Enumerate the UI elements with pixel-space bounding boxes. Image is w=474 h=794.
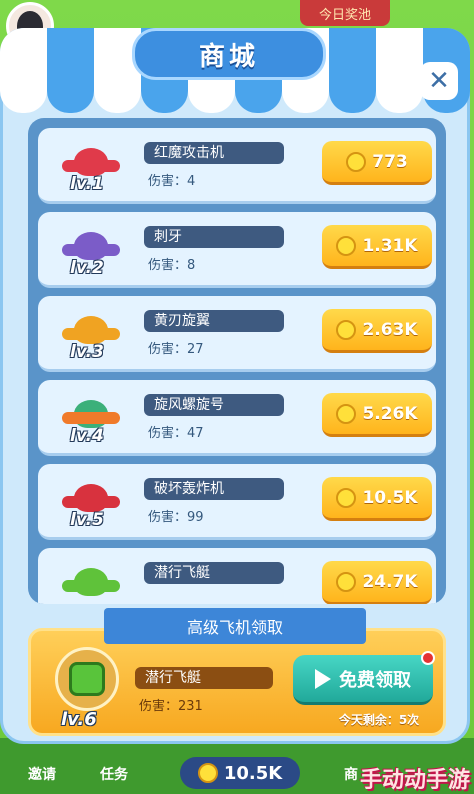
buy-button[interactable]: 10.5K [322,477,432,521]
shop-item: lv.4 旋风螺旋号 伤害：47 5.26K [38,380,436,456]
shop-item: lv.2 刺牙 伤害：8 1.31K [38,212,436,288]
coin-icon [336,319,357,340]
task-button[interactable]: 任务 [88,760,140,788]
price-label: 5.26K [362,403,418,424]
shop-item: lv.1 红魔攻击机 伤害：4 773 [38,128,436,204]
buy-button[interactable]: 773 [322,141,432,185]
item-level: lv.5 [70,510,104,530]
item-level: lv.3 [70,342,104,362]
dialog-title: 商城 [132,28,326,80]
price-label: 773 [372,151,408,172]
item-damage: 伤害：47 [148,426,204,441]
plane-icon [60,554,122,604]
buy-button[interactable]: 24.7K [322,561,432,604]
shop-item: lv.5 破坏轰炸机 伤害：99 10.5K [38,464,436,540]
buy-button[interactable]: 2.63K [322,309,432,353]
buy-button[interactable]: 1.31K [322,225,432,269]
remaining-count: 今天剩余：5次 [338,713,420,727]
coin-balance-value: 10.5K [223,762,283,784]
shop-item: 潜行飞艇 24.7K [38,548,436,604]
invite-button[interactable]: 邀请 [16,760,68,788]
buy-button[interactable]: 5.26K [322,393,432,437]
item-level: lv.2 [70,258,104,278]
free-offer-panel: lv.6 潜行飞艇 伤害：231 免费领取 今天剩余：5次 [28,628,446,736]
item-level: lv.1 [70,174,104,194]
item-damage: 伤害：4 [148,174,196,189]
close-icon: ✕ [428,66,450,96]
free-claim-label: 免费领取 [339,669,411,691]
item-name: 破坏轰炸机 [144,478,284,500]
coin-balance: 10.5K [180,757,300,789]
item-name: 潜行飞艇 [144,562,284,584]
price-label: 10.5K [362,487,418,508]
coin-icon [336,403,357,424]
free-claim-button[interactable]: 免费领取 [293,655,433,705]
item-name: 红魔攻击机 [144,142,284,164]
coin-icon [197,763,218,783]
item-name: 旋风螺旋号 [144,394,284,416]
item-damage: 伤害：99 [148,510,204,525]
coin-icon [336,235,357,256]
notification-dot [421,651,435,665]
item-name: 刺牙 [144,226,284,248]
price-label: 2.63K [362,319,418,340]
free-offer-ribbon: 高级飞机领取 [104,608,366,644]
item-damage: 伤害：27 [148,342,204,357]
coin-icon [346,151,367,172]
shop-list[interactable]: lv.1 红魔攻击机 伤害：4 773 lv.2 刺牙 伤害：8 1.31K l… [28,118,446,604]
watermark-logo: 手动动手游 [359,768,470,793]
close-button[interactable]: ✕ [420,62,458,100]
price-label: 1.31K [362,235,418,256]
price-label: 24.7K [362,571,418,592]
play-icon [315,668,331,689]
coin-icon [336,487,357,508]
item-damage: 伤害：8 [148,258,196,273]
free-item-name: 潜行飞艇 [135,667,273,689]
free-item-level: lv.6 [61,709,97,730]
daily-pool-tag[interactable]: 今日奖池 [300,0,390,26]
item-name: 黄刃旋翼 [144,310,284,332]
shop-item: lv.3 黄刃旋翼 伤害：27 2.63K [38,296,436,372]
plane-icon [55,647,119,711]
free-item-damage: 伤害：231 [139,699,203,714]
item-level: lv.4 [70,426,104,446]
coin-icon [336,571,357,592]
